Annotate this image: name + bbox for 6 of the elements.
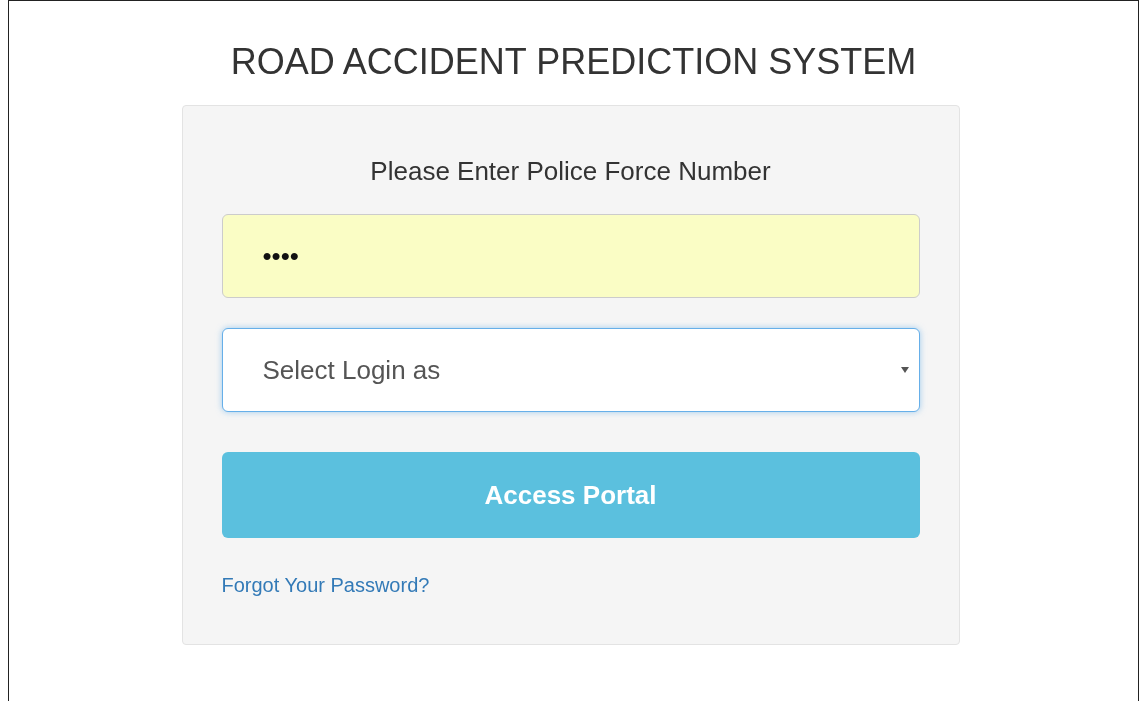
- caret-icon: [900, 367, 909, 373]
- forgot-password-link[interactable]: Forgot Your Password?: [221, 574, 430, 597]
- page-title: ROAD ACCIDENT PREDICTION SYSTEM: [230, 41, 917, 83]
- login-type-select[interactable]: Select Login as: [221, 328, 920, 412]
- password-field[interactable]: ••••: [221, 214, 920, 298]
- field-label: Please Enter Police Force Number: [369, 156, 772, 187]
